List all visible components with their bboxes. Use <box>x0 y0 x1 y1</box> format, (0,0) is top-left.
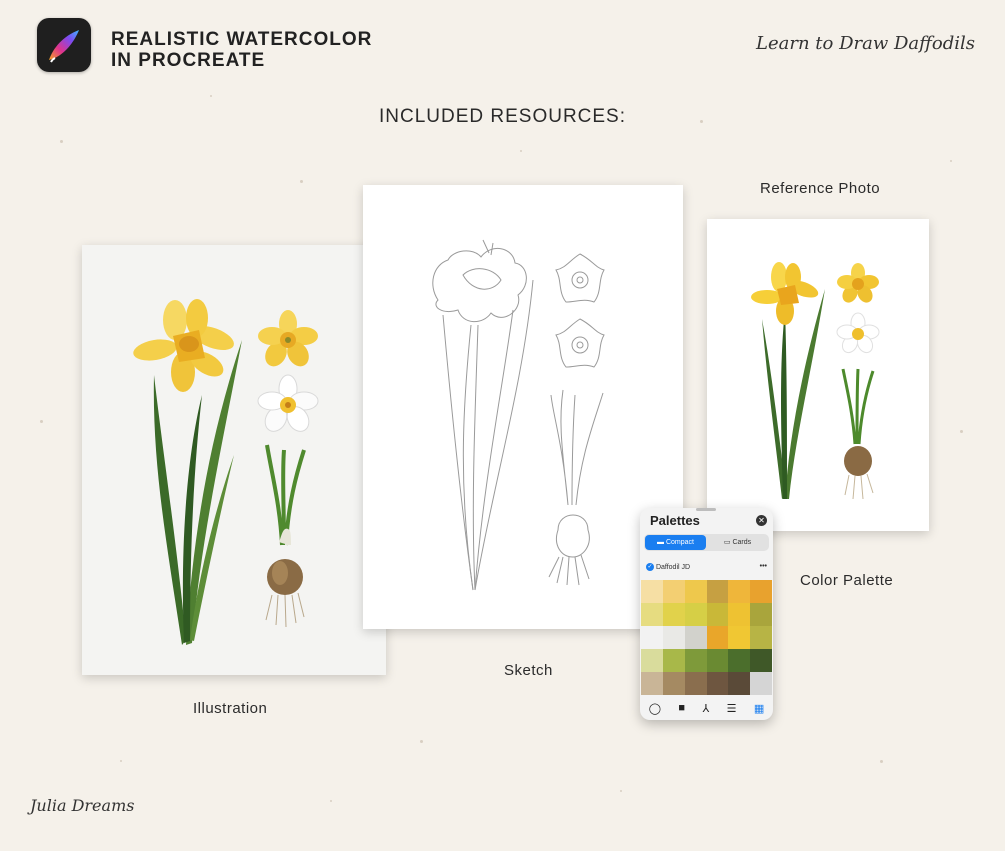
panel-grab-handle[interactable] <box>696 508 716 511</box>
color-swatch[interactable] <box>728 603 751 626</box>
color-swatch[interactable] <box>750 649 772 672</box>
color-swatch[interactable] <box>706 672 729 695</box>
color-swatch[interactable] <box>684 603 707 626</box>
illustration-label: Illustration <box>193 700 268 717</box>
palette-row[interactable]: ✓ Daffodil JD ••• <box>646 563 767 575</box>
tab-compact-label: Compact <box>665 539 694 546</box>
daffodil-photo <box>751 262 880 500</box>
view-mode-toggle: ▬ Compact ▭ Cards <box>644 534 769 551</box>
color-swatch[interactable] <box>706 603 729 626</box>
classic-mode-icon[interactable]: ■ <box>678 702 685 714</box>
color-swatch[interactable] <box>728 672 751 695</box>
palettes-mode-icon[interactable]: ▦ <box>754 702 764 715</box>
harmony-mode-icon[interactable]: ⅄ <box>702 702 709 715</box>
color-swatch[interactable] <box>728 649 751 672</box>
swatch-grid <box>641 580 772 695</box>
sketch-card <box>363 185 683 629</box>
title-line-1: REALISTIC WATERCOLOR <box>111 29 373 50</box>
color-swatch[interactable] <box>706 626 729 649</box>
color-swatch[interactable] <box>684 580 707 603</box>
color-swatch[interactable] <box>662 603 685 626</box>
daffodil-illustration <box>133 299 319 645</box>
tagline: Learn to Draw Daffodils <box>756 33 975 54</box>
color-swatch[interactable] <box>641 603 663 626</box>
tab-compact[interactable]: ▬ Compact <box>645 535 706 550</box>
color-swatch[interactable] <box>641 580 663 603</box>
cards-icon: ▭ <box>723 539 731 546</box>
tab-cards-label: Cards <box>732 539 752 546</box>
value-mode-icon[interactable]: ☰ <box>727 702 737 715</box>
disc-mode-icon[interactable]: ◯ <box>649 702 661 715</box>
color-swatch[interactable] <box>662 626 685 649</box>
color-swatch[interactable] <box>641 672 663 695</box>
color-swatch[interactable] <box>684 649 707 672</box>
palettes-panel: Palettes ✕ ▬ Compact ▭ Cards ✓ Daffodil … <box>640 508 773 720</box>
color-swatch[interactable] <box>662 580 685 603</box>
illustration-card <box>82 245 386 675</box>
daffodil-sketch <box>432 239 605 591</box>
reference-photo-label: Reference Photo <box>760 180 881 197</box>
color-palette-label: Color Palette <box>800 572 894 589</box>
signature: Julia Dreams <box>30 796 135 815</box>
color-swatch[interactable] <box>662 649 685 672</box>
compact-icon: ▬ <box>657 539 665 546</box>
tab-cards[interactable]: ▭ Cards <box>707 535 768 550</box>
default-check-icon[interactable]: ✓ <box>646 563 654 571</box>
color-swatch[interactable] <box>728 626 751 649</box>
palettes-title: Palettes <box>650 513 700 528</box>
title-line-2: IN PROCREATE <box>111 50 266 71</box>
color-swatch[interactable] <box>641 626 663 649</box>
palette-name: Daffodil JD <box>655 563 691 571</box>
color-swatch[interactable] <box>728 580 751 603</box>
color-swatch[interactable] <box>750 580 772 603</box>
procreate-logo <box>37 18 91 72</box>
color-tools-toolbar: ◯ ■ ⅄ ☰ ▦ <box>640 696 773 720</box>
color-swatch[interactable] <box>641 649 663 672</box>
more-options-icon[interactable]: ••• <box>760 563 767 570</box>
close-icon[interactable]: ✕ <box>756 515 767 526</box>
color-swatch[interactable] <box>750 672 772 695</box>
color-swatch[interactable] <box>684 672 707 695</box>
color-swatch[interactable] <box>662 672 685 695</box>
color-swatch[interactable] <box>684 626 707 649</box>
color-swatch[interactable] <box>706 580 729 603</box>
page-title: REALISTIC WATERCOLOR IN PROCREATE <box>111 29 372 71</box>
sketch-label: Sketch <box>504 662 553 679</box>
color-swatch[interactable] <box>706 649 729 672</box>
resources-heading: INCLUDED RESOURCES: <box>378 106 627 127</box>
color-swatch[interactable] <box>750 626 772 649</box>
reference-photo-card <box>707 219 929 531</box>
color-swatch[interactable] <box>750 603 772 626</box>
